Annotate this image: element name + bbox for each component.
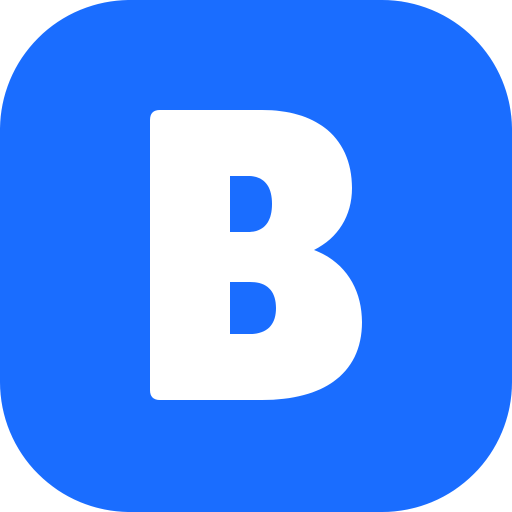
app-icon	[0, 0, 512, 512]
b-logo-icon	[0, 0, 512, 512]
